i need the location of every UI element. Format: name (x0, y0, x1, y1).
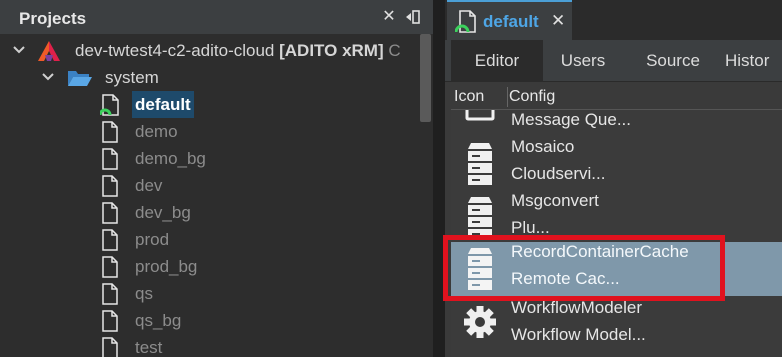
config-item-name: Msgconvert (511, 191, 599, 210)
file-icon (102, 337, 118, 357)
file-icon (102, 283, 118, 305)
tree-file-demo-bg[interactable]: demo_bg (0, 145, 418, 172)
config-item-message-queue[interactable]: Message Que... (451, 110, 782, 137)
chevron-down-icon[interactable] (12, 37, 26, 64)
tree-file-prod[interactable]: prod (0, 226, 418, 253)
minimize-panel-icon[interactable] (404, 8, 422, 26)
file-icon (102, 175, 118, 197)
config-item-subtitle: Workflow Model... (511, 325, 646, 344)
file-icon (102, 202, 118, 224)
file-icon (102, 121, 118, 143)
adito-logo-icon (37, 40, 61, 62)
tree-file-qs-bg[interactable]: qs_bg (0, 307, 418, 334)
config-table-header: Icon Config (451, 84, 782, 110)
config-item-name: Message Que... (511, 110, 632, 129)
config-item-name: Mosaico (511, 137, 575, 156)
project-type-label: [ADITO xRM] (279, 41, 384, 60)
config-item-name: WorkflowModeler (511, 298, 643, 317)
server-icon (463, 141, 497, 189)
file-label: qs_bg (135, 311, 182, 330)
config-file-active-icon (454, 10, 479, 34)
tree-node-system[interactable]: system (0, 64, 418, 91)
column-header-config[interactable]: Config (509, 84, 555, 110)
file-label: prod (135, 230, 170, 249)
tree-scrollbar-thumb[interactable] (420, 34, 431, 122)
panel-divider[interactable] (433, 0, 445, 357)
file-label: demo_bg (135, 149, 206, 168)
config-list: Message Que... Mosaico Cloudservi... Msg… (451, 110, 782, 357)
column-divider[interactable] (507, 87, 508, 107)
project-tree: dev-twtest4-c2-adito-cloud [ADITO xRM] C… (0, 34, 418, 357)
file-icon (102, 310, 118, 332)
file-icon (102, 229, 118, 251)
projects-title: Projects (19, 9, 87, 28)
document-tab-default[interactable]: default ✕ (447, 0, 572, 40)
project-name: dev-twtest4-c2-adito-cloud [ADITO xRM] C (75, 37, 401, 64)
file-label: dev (135, 176, 163, 195)
editor-panel: default ✕ Editor Users Source Histor Ico… (445, 0, 782, 357)
folder-label: system (105, 68, 159, 87)
tree-file-dev[interactable]: dev (0, 172, 418, 199)
config-item-workflow-modeler[interactable]: WorkflowModeler Workflow Model... (451, 298, 782, 352)
config-item-mosaico[interactable]: Mosaico Cloudservi... (451, 137, 782, 191)
close-tab-icon[interactable]: ✕ (551, 11, 565, 31)
file-label: test (135, 338, 163, 357)
file-icon (102, 256, 118, 278)
config-file-active-icon (98, 94, 119, 116)
column-header-icon[interactable]: Icon (454, 84, 484, 110)
tree-file-prod-bg[interactable]: prod_bg (0, 253, 418, 280)
projects-panel: Projects ✕ dev-twtest4-c2-adito-cloud [A… (0, 0, 433, 357)
highlight-annotation-box (443, 235, 725, 301)
file-icon (102, 148, 118, 170)
tab-users[interactable]: Users (543, 40, 623, 82)
tab-source[interactable]: Source (629, 40, 717, 82)
tree-file-test[interactable]: test (0, 334, 418, 357)
project-label: dev-twtest4-c2-adito-cloud (75, 41, 275, 60)
chevron-down-icon[interactable] (41, 64, 55, 91)
project-trailing-label: C (388, 41, 401, 60)
file-label: default (132, 91, 194, 118)
document-tabbar: default ✕ (445, 0, 782, 40)
tree-file-demo[interactable]: demo (0, 118, 418, 145)
file-label: demo (135, 122, 178, 141)
editor-subtabs: Editor Users Source Histor (445, 40, 782, 82)
file-label: qs (135, 284, 153, 303)
gear-icon (463, 304, 497, 352)
folder-open-icon (67, 68, 93, 88)
tree-file-dev-bg[interactable]: dev_bg (0, 199, 418, 226)
tree-file-qs[interactable]: qs (0, 280, 418, 307)
close-icon[interactable]: ✕ (380, 8, 398, 26)
tab-editor[interactable]: Editor (451, 40, 543, 82)
file-label: prod_bg (135, 257, 198, 276)
projects-header: Projects ✕ (0, 0, 433, 34)
file-label: dev_bg (135, 203, 191, 222)
document-tab-label: default (483, 12, 539, 31)
tab-history[interactable]: Histor (725, 40, 782, 82)
tree-node-project[interactable]: dev-twtest4-c2-adito-cloud [ADITO xRM] C (0, 37, 418, 64)
config-item-subtitle: Cloudservi... (511, 164, 606, 183)
tree-file-default[interactable]: default (0, 91, 418, 118)
